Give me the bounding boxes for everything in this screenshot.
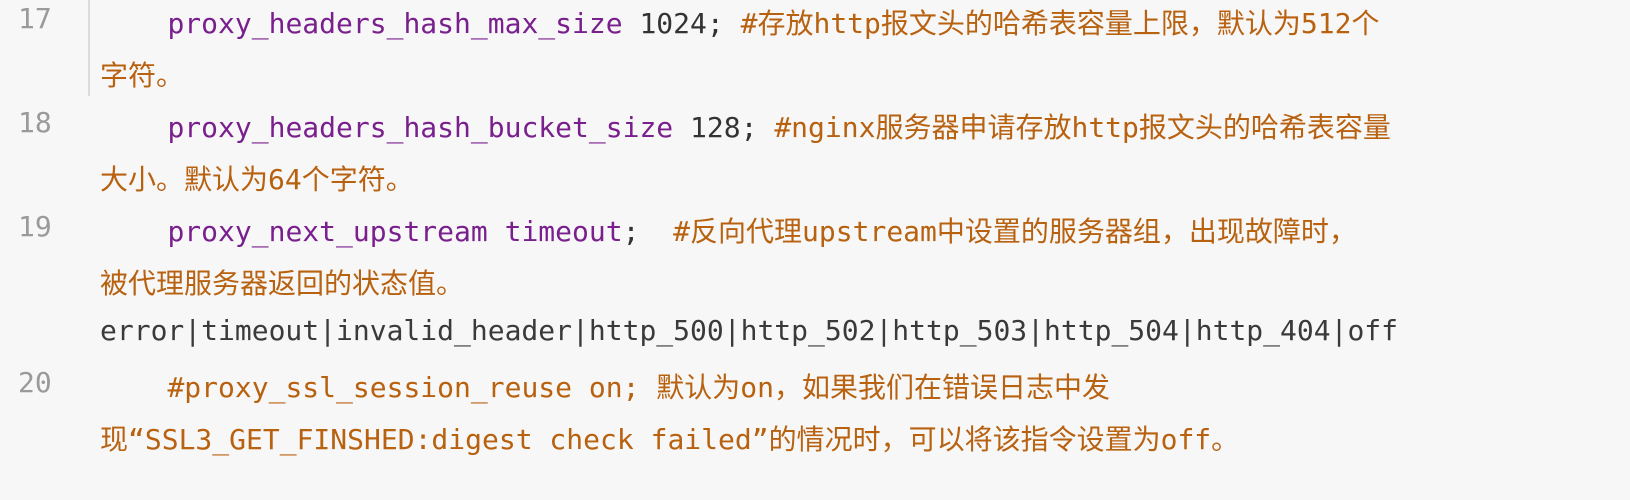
line-number: 17	[18, 2, 52, 35]
code-row-wrap: 现“SSL3_GET_FINSHED:digest check failed”的…	[100, 418, 1239, 458]
line-number: 20	[18, 366, 52, 399]
comment: #存放http报文头的哈希表容量上限，默认为512个	[723, 7, 1380, 40]
code-row: proxy_headers_hash_max_size 1024; #存放htt…	[167, 7, 1380, 40]
code-row: proxy_next_upstream timeout; #反向代理upstre…	[167, 215, 1357, 248]
comment: #反向代理upstream中设置的服务器组，出现故障时，	[639, 215, 1357, 248]
comment: 大小。默认为64个字符。	[100, 163, 414, 196]
comment: 被代理服务器返回的状态值。	[100, 267, 465, 300]
directive: proxy_headers_hash_bucket_size	[167, 111, 674, 144]
value: 1024	[622, 7, 707, 40]
directive: proxy_headers_hash_max_size	[167, 7, 623, 40]
comment: #nginx服务器申请存放http报文头的哈希表容量	[757, 111, 1391, 144]
line-number: 19	[18, 210, 52, 243]
code-row: proxy_headers_hash_bucket_size 128; #ngi…	[167, 111, 1391, 144]
status-values: error|timeout|invalid_header|http_500|ht…	[100, 314, 1399, 347]
comment: 字符。	[100, 59, 185, 92]
directive: proxy_next_upstream timeout	[167, 215, 623, 248]
comment: #proxy_ssl_session_reuse on; 默认为on，如果我们在…	[167, 371, 1111, 404]
gutter-divider	[88, 0, 90, 96]
code-editor[interactable]: 17 proxy_headers_hash_max_size 1024; #存放…	[0, 0, 1630, 500]
code-row: #proxy_ssl_session_reuse on; 默认为on，如果我们在…	[100, 366, 1110, 406]
code-row-wrap: error|timeout|invalid_header|http_500|ht…	[100, 314, 1398, 347]
line-number: 18	[18, 106, 52, 139]
code-row-wrap: 字符。	[100, 54, 184, 94]
code-row-wrap: 被代理服务器返回的状态值。	[100, 262, 464, 302]
code-row-wrap: 大小。默认为64个字符。	[100, 158, 414, 198]
value: 128	[673, 111, 741, 144]
comment: 现“SSL3_GET_FINSHED:digest check failed”的…	[100, 423, 1240, 456]
